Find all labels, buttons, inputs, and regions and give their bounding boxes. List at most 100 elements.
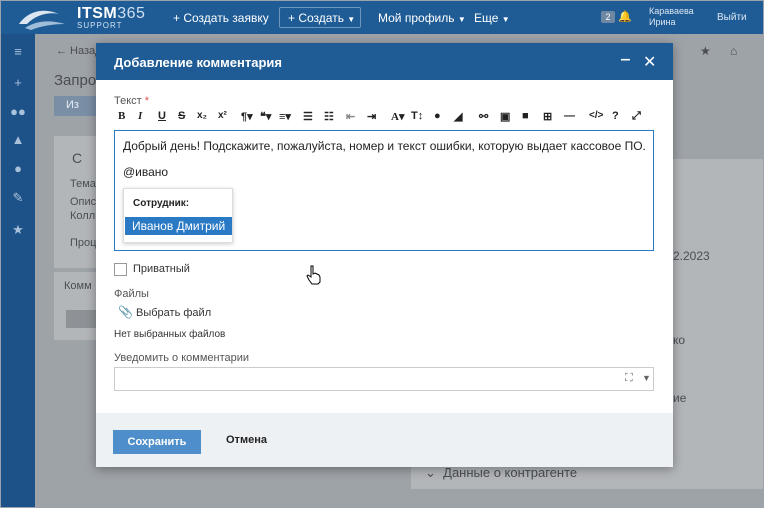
create-request-link[interactable]: + Создать заявку (173, 11, 269, 25)
editor-text-line: Добрый день! Подскажите, пожалуйста, ном… (123, 139, 646, 153)
fullscreen-icon[interactable]: ⤢ (632, 110, 641, 123)
video-icon[interactable]: ■ (522, 110, 529, 122)
choose-file-label: Выбрать файл (136, 307, 212, 319)
left-sidebar: ≡ + ●● ▲ ● ✎ ★ (1, 34, 35, 507)
italic-icon[interactable]: I (138, 110, 142, 122)
comments-panel: Комм (54, 272, 96, 340)
choose-file-button[interactable]: 📎 Выбрать файл (118, 305, 211, 319)
bell-icon[interactable]: 🔔 (618, 10, 632, 23)
action-label: Из (66, 99, 79, 111)
theme-label: Тема (70, 178, 96, 190)
mention-option[interactable]: Иванов Дмитрий (125, 217, 232, 235)
subscript-icon[interactable]: x₂ (197, 110, 207, 121)
menu-icon[interactable]: ≡ (10, 44, 26, 59)
dialog-footer: Сохранить Отмена (96, 413, 673, 467)
logo-icon (19, 10, 65, 30)
process-label: Проц (70, 237, 97, 249)
editor-toolbar: B I U S x₂ x² ¶▾ ❝▾ ≡▾ ☰ ☷ ⇤ ⇥ A▾ T↕ ● ◢… (114, 110, 654, 128)
plus-icon[interactable]: + (10, 75, 26, 90)
align-icon[interactable]: ≡▾ (279, 110, 291, 123)
private-checkbox[interactable] (114, 263, 127, 276)
logout-link[interactable]: Выйти (717, 12, 747, 23)
unordered-list-icon[interactable]: ☷ (324, 110, 334, 123)
favorite-star-icon[interactable]: ★ (700, 44, 711, 58)
bold-icon[interactable]: B (118, 110, 125, 122)
required-mark: * (144, 95, 150, 107)
contragent-title: Данные о контрагенте (443, 465, 578, 480)
mention-dropdown: Сотрудник: Иванов Дмитрий (123, 188, 233, 243)
page-title: Запро (54, 72, 97, 89)
action-button[interactable]: Из (54, 96, 98, 116)
expand-icon[interactable]: ⛶ (625, 372, 633, 385)
superscript-icon[interactable]: x² (218, 110, 227, 121)
app-window: ITSM365 SUPPORT + Создать заявку + Созда… (0, 0, 764, 508)
notification-count-badge: 2 (601, 11, 615, 23)
field-fragment: ко (673, 333, 686, 347)
brand-subtitle: SUPPORT (77, 21, 123, 30)
notify-label: Уведомить о комментарии (114, 352, 250, 364)
chevron-down-icon: ▼ (501, 15, 510, 24)
back-link[interactable]: ← Назад (56, 45, 102, 57)
help-icon[interactable]: ? (612, 110, 619, 122)
info-panel: С Тема Опис Колл Проц (54, 136, 96, 268)
profile-label: Мой профиль (378, 11, 455, 25)
horizontal-rule-icon[interactable]: — (564, 110, 575, 122)
home-icon[interactable]: ⌂ (730, 44, 737, 58)
more-menu[interactable]: Еще ▼ (474, 11, 510, 25)
chevron-down-icon: ▼ (457, 15, 466, 24)
comment-button[interactable] (66, 310, 96, 328)
mention-header: Сотрудник: (133, 198, 190, 209)
paragraph-icon[interactable]: ¶▾ (241, 110, 253, 123)
font-size-icon[interactable]: T↕ (411, 110, 423, 122)
underline-icon[interactable]: U (158, 110, 166, 122)
add-comment-dialog: Добавление комментария ‒ ✕ Текст * B I U… (96, 43, 673, 467)
editor-mention-text: @ивано (123, 165, 169, 179)
more-label: Еще (474, 11, 499, 25)
user-name[interactable]: Караваева Ирина (649, 6, 694, 28)
chevron-down-icon: ▼ (347, 15, 356, 24)
minimize-icon[interactable]: ‒ (621, 51, 630, 69)
dialog-title: Добавление комментария (114, 55, 282, 70)
cancel-button[interactable]: Отмена (226, 434, 267, 446)
link-icon[interactable]: ⚯ (479, 110, 488, 123)
dialog-header: Добавление комментария ‒ ✕ (96, 43, 673, 80)
comment-editor[interactable]: Добрый день! Подскажите, пожалуйста, ном… (114, 130, 654, 251)
user-firstname: Ирина (649, 17, 676, 27)
paperclip-icon: 📎 (118, 305, 133, 319)
fill-icon[interactable]: ● (434, 110, 441, 122)
star-icon[interactable]: ★ (10, 222, 26, 238)
font-color-icon[interactable]: A▾ (391, 110, 404, 123)
hand-cursor-icon (306, 265, 321, 285)
users-icon[interactable]: ●● (10, 104, 26, 119)
chevron-down-icon[interactable]: ▼ (642, 373, 651, 383)
description-label: Опис (70, 196, 97, 208)
contragent-section-header[interactable]: ⌄ Данные о контрагенте (425, 465, 577, 481)
table-icon[interactable]: ⊞ (543, 110, 552, 123)
section-header[interactable]: С (72, 150, 82, 166)
no-files-text: Нет выбранных файлов (114, 329, 226, 340)
date-value: 2.2023 (673, 249, 710, 263)
hierarchy-icon[interactable]: ▲ (10, 132, 26, 147)
close-icon[interactable]: ✕ (643, 52, 656, 72)
code-view-icon[interactable]: </> (589, 110, 603, 121)
private-label: Приватный (133, 263, 190, 275)
comments-tab[interactable]: Комм (64, 280, 92, 292)
edit-icon[interactable]: ✎ (10, 190, 26, 206)
create-dropdown-button[interactable]: + Создать ▼ (279, 7, 361, 28)
top-navigation-bar: ITSM365 SUPPORT + Создать заявку + Созда… (1, 1, 763, 34)
outdent-icon[interactable]: ⇤ (346, 110, 355, 123)
image-icon[interactable]: ▣ (500, 110, 510, 123)
profile-menu[interactable]: Мой профиль ▼ (378, 11, 466, 25)
indent-icon[interactable]: ⇥ (367, 110, 376, 123)
field-fragment: ие (673, 391, 687, 405)
eraser-icon[interactable]: ◢ (454, 110, 462, 123)
ordered-list-icon[interactable]: ☰ (303, 110, 313, 123)
description-value: Колл (70, 210, 96, 222)
create-label: + Создать (288, 11, 344, 25)
save-button[interactable]: Сохранить (113, 430, 201, 454)
user-surname: Караваева (649, 6, 694, 16)
strikethrough-icon[interactable]: S (178, 110, 185, 122)
quote-icon[interactable]: ❝▾ (260, 110, 271, 123)
notify-select[interactable]: ⛶ ▼ (114, 367, 654, 391)
user-group-icon[interactable]: ● (10, 161, 26, 176)
